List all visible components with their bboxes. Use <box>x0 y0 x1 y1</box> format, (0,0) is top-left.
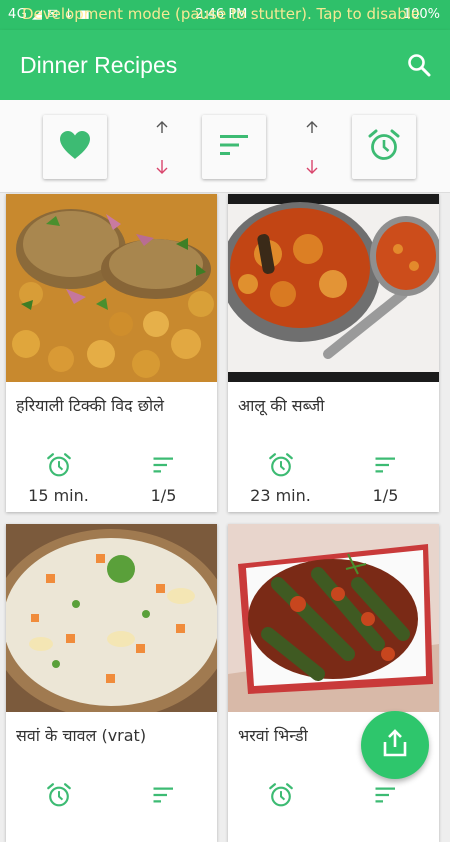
filter-toolbar <box>0 100 450 193</box>
recipe-card[interactable]: भरवां भिन्डी <box>228 524 439 842</box>
alarm-icon <box>6 452 111 482</box>
recipe-card[interactable]: हरियाली टिक्की विद छोले 15 min. 1/5 <box>6 194 217 512</box>
recipe-difficulty: 1/5 <box>111 452 216 505</box>
recipe-difficulty: 1/5 <box>333 452 438 505</box>
app-bar: Dinner Recipes <box>0 30 450 100</box>
up-arrow-icon <box>306 121 318 133</box>
share-icon <box>380 728 410 762</box>
sort-button[interactable] <box>202 115 266 179</box>
sort-icon <box>111 452 216 482</box>
share-button[interactable] <box>361 711 429 779</box>
recipe-time <box>228 782 333 816</box>
recipe-image <box>228 194 439 382</box>
favorites-order-toggle[interactable] <box>150 118 174 178</box>
recipe-name: भरवां भिन्डी <box>238 726 308 745</box>
heart-icon <box>58 129 92 165</box>
recipe-time <box>6 782 111 816</box>
recipe-difficulty <box>111 782 216 816</box>
sort-icon <box>218 133 250 161</box>
recipe-name: आलू की सब्जी <box>238 396 325 415</box>
sort-order-toggle[interactable] <box>300 118 324 178</box>
recipe-name: हरियाली टिक्की विद छोले <box>16 396 164 415</box>
recipe-time-value: 15 min. <box>28 486 89 505</box>
recipe-difficulty-value: 1/5 <box>150 486 177 505</box>
recipe-name: सवां के चावल (vrat) <box>16 726 147 745</box>
recipe-image <box>6 524 217 712</box>
alarm-icon <box>6 782 111 812</box>
recipe-difficulty <box>333 782 438 816</box>
alarm-icon <box>228 452 333 482</box>
alarm-icon <box>228 782 333 812</box>
recipe-time: 23 min. <box>228 452 333 505</box>
alarm-icon <box>367 128 401 166</box>
recipe-image <box>6 194 217 382</box>
recipe-time-value: 23 min. <box>250 486 311 505</box>
up-arrow-icon <box>156 121 168 133</box>
recipe-card[interactable]: आलू की सब्जी 23 min. 1/5 <box>228 194 439 512</box>
favorites-button[interactable] <box>43 115 107 179</box>
down-arrow-icon <box>306 160 318 174</box>
recipe-card[interactable]: सवां के चावल (vrat) <box>6 524 217 842</box>
sort-icon <box>111 782 216 812</box>
recipe-time: 15 min. <box>6 452 111 505</box>
down-arrow-icon <box>156 160 168 174</box>
timer-button[interactable] <box>352 115 416 179</box>
sort-icon <box>333 782 438 812</box>
recipe-difficulty-value: 1/5 <box>372 486 399 505</box>
recipe-image <box>228 524 439 712</box>
search-icon[interactable] <box>406 52 432 78</box>
sort-icon <box>333 452 438 482</box>
dev-mode-overlay[interactable]: Development mode (pause to stutter). Tap… <box>22 5 420 23</box>
status-bar: 4G ◢ ✉ ↓ ◼ 2:46 PM 100% Development mode… <box>0 0 450 30</box>
page-title: Dinner Recipes <box>20 51 178 78</box>
